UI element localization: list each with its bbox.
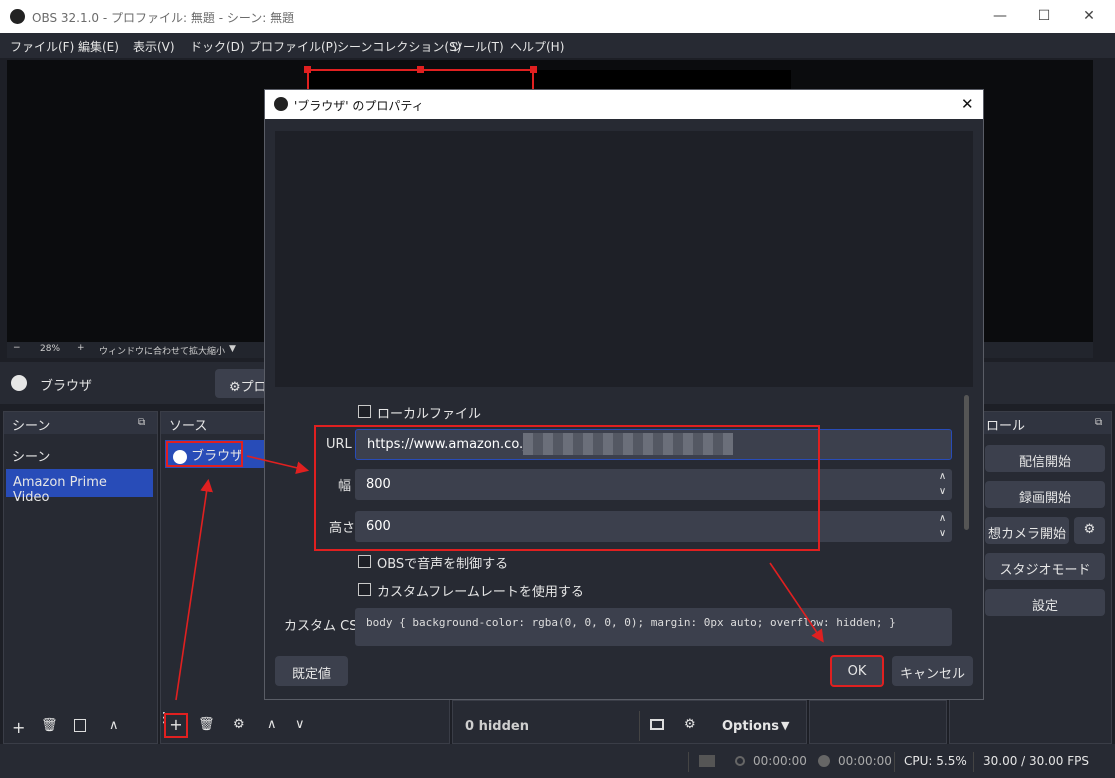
arrow-to-properties [246, 455, 310, 475]
annotation-arrows [175, 455, 824, 701]
arrow-to-source [175, 478, 213, 701]
arrow-to-ok [769, 562, 824, 643]
